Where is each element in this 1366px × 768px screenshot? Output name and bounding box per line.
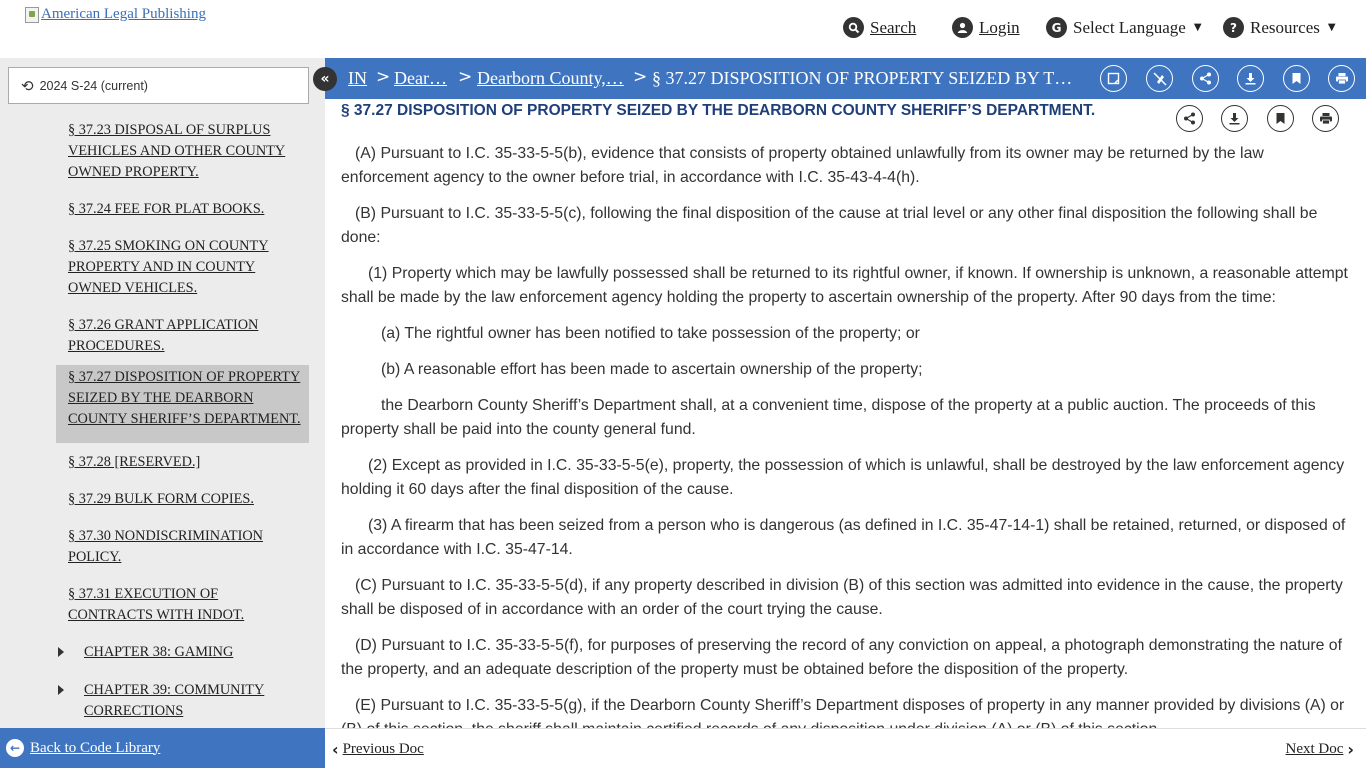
paragraph-b-1-b: (b) A reasonable effort has been made to…	[381, 361, 923, 378]
back-to-library-link[interactable]: ← Back to Code Library	[0, 728, 325, 768]
toc-item-37-29[interactable]: § 37.29 BULK FORM COPIES.	[56, 487, 309, 513]
top-header: American Legal Publishing Search Login G…	[0, 0, 1366, 58]
toc-link[interactable]: § 37.25 SMOKING ON COUNTY PROPERTY AND I…	[68, 238, 269, 296]
toc-chapter-39[interactable]: CHAPTER 39: COMMUNITY CORRECTIONS	[56, 680, 309, 722]
broken-image-icon	[25, 6, 39, 23]
download-icon[interactable]	[1221, 105, 1248, 132]
back-arrow-icon: ←	[6, 739, 24, 757]
next-doc-link[interactable]: Next Doc ›	[1286, 740, 1355, 759]
toc-link[interactable]: § 37.23 DISPOSAL OF SURPLUS VEHICLES AND…	[68, 122, 285, 180]
language-select[interactable]: G Select Language ▼	[1046, 17, 1202, 38]
toc-item-37-23[interactable]: § 37.23 DISPOSAL OF SURPLUS VEHICLES AND…	[56, 118, 309, 186]
collapse-sidebar-button[interactable]: «	[313, 67, 337, 91]
document-content: § 37.27 DISPOSITION OF PROPERTY SEIZED B…	[325, 99, 1366, 728]
bookmark-icon[interactable]	[1283, 65, 1310, 92]
document-pager: ‹ Previous Doc Next Doc ›	[325, 728, 1366, 768]
expand-triangle-icon[interactable]	[58, 647, 64, 657]
print-icon[interactable]	[1328, 65, 1355, 92]
login-label: Login	[979, 17, 1020, 37]
paragraph-b-1-cont: the Dearborn County Sheriff’s Department…	[341, 397, 1316, 438]
toc-link[interactable]: § 37.29 BULK FORM COPIES.	[68, 491, 254, 507]
paragraph-b: (B) Pursuant to I.C. 35-33-5-5(c), follo…	[341, 205, 1318, 246]
document-title: § 37.27 DISPOSITION OF PROPERTY SEIZED B…	[341, 102, 1096, 119]
login-link[interactable]: Login	[952, 17, 1020, 38]
bookmark-icon[interactable]	[1267, 105, 1294, 132]
share-icon[interactable]	[1176, 105, 1203, 132]
sidebar: ⟲ 2024 S-24 (current) § 37.23 DISPOSAL O…	[0, 58, 325, 728]
google-icon: G	[1046, 17, 1067, 38]
breadcrumb: IN > Dear… > Dearborn County,… > § 37.27…	[325, 58, 1366, 99]
toc-link[interactable]: § 37.31 EXECUTION OF CONTRACTS WITH INDO…	[68, 586, 244, 623]
paragraph-b-2: (2) Except as provided in I.C. 35-33-5-5…	[341, 457, 1345, 498]
version-label: 2024 S-24 (current)	[39, 78, 148, 93]
toc-chapter-38[interactable]: CHAPTER 38: GAMING	[56, 642, 309, 663]
share-icon[interactable]	[1192, 65, 1219, 92]
paragraph-c: (C) Pursuant to I.C. 35-33-5-5(d), if an…	[341, 577, 1343, 618]
previous-doc-link[interactable]: ‹ Previous Doc	[332, 740, 424, 759]
logo-alt-text: American Legal Publishing	[41, 6, 206, 22]
search-icon	[843, 17, 864, 38]
paragraph-b-3: (3) A firearm that has been seized from …	[341, 517, 1346, 558]
toc-item-37-31[interactable]: § 37.31 EXECUTION OF CONTRACTS WITH INDO…	[56, 582, 309, 629]
breadcrumb-separator: >	[458, 67, 473, 87]
next-label: Next Doc	[1285, 741, 1344, 757]
toc-link[interactable]: § 37.28 [RESERVED.]	[68, 454, 200, 470]
chevron-left-icon: ‹	[332, 740, 339, 759]
breadcrumb-separator: >	[633, 67, 648, 87]
toc-link[interactable]: § 37.30 NONDISCRIMINATION POLICY.	[68, 528, 263, 565]
highlight-off-icon[interactable]	[1146, 65, 1173, 92]
resources-menu[interactable]: ? Resources ▼	[1223, 17, 1336, 38]
paragraph-a: (A) Pursuant to I.C. 35-33-5-5(b), evide…	[341, 145, 1264, 186]
paragraph-d: (D) Pursuant to I.C. 35-33-5-5(f), for p…	[341, 637, 1342, 678]
chevron-right-icon: ›	[1347, 740, 1354, 759]
toc-item-37-27-active[interactable]: § 37.27 DISPOSITION OF PROPERTY SEIZED B…	[56, 365, 309, 443]
search-link[interactable]: Search	[843, 17, 916, 38]
chapter-link[interactable]: CHAPTER 39: COMMUNITY CORRECTIONS	[84, 682, 264, 719]
breadcrumb-current: § 37.27 DISPOSITION OF PROPERTY SEIZED B…	[652, 68, 1073, 88]
toc-item-37-24[interactable]: § 37.24 FEE FOR PLAT BOOKS.	[56, 197, 309, 223]
caret-down-icon: ▼	[1327, 22, 1336, 33]
breadcrumb-item-code[interactable]: Dearborn County,…	[477, 68, 624, 89]
paragraph-e: (E) Pursuant to I.C. 35-33-5-5(g), if th…	[341, 697, 1345, 728]
toc-item-37-30[interactable]: § 37.30 NONDISCRIMINATION POLICY.	[56, 524, 309, 571]
breadcrumb-item-state[interactable]: IN	[348, 68, 367, 89]
previous-label: Previous Doc	[342, 741, 424, 757]
paragraph-b-1: (1) Property which may be lawfully posse…	[341, 265, 1348, 306]
search-label: Search	[870, 17, 917, 37]
history-icon: ⟲	[21, 76, 34, 95]
logo-link[interactable]: American Legal Publishing	[25, 6, 206, 23]
expand-triangle-icon[interactable]	[58, 685, 64, 695]
toc-item-37-26[interactable]: § 37.26 GRANT APPLICATION PROCEDURES.	[56, 313, 309, 360]
breadcrumb-item-city[interactable]: Dear…	[394, 68, 447, 89]
help-icon: ?	[1223, 17, 1244, 38]
note-icon[interactable]	[1100, 65, 1127, 92]
toc-link[interactable]: § 37.24 FEE FOR PLAT BOOKS.	[68, 201, 264, 217]
caret-down-icon: ▼	[1193, 22, 1202, 33]
back-label: Back to Code Library	[30, 739, 161, 756]
print-icon[interactable]	[1312, 105, 1339, 132]
paragraph-b-1-a: (a) The rightful owner has been notified…	[381, 325, 920, 342]
resources-label: Resources	[1250, 17, 1320, 37]
toc-link[interactable]: § 37.27 DISPOSITION OF PROPERTY SEIZED B…	[68, 369, 301, 427]
toc-item-37-25[interactable]: § 37.25 SMOKING ON COUNTY PROPERTY AND I…	[56, 234, 309, 302]
toc-link[interactable]: § 37.26 GRANT APPLICATION PROCEDURES.	[68, 317, 258, 354]
download-icon[interactable]	[1237, 65, 1264, 92]
breadcrumb-separator: >	[376, 67, 391, 87]
language-label: Select Language	[1073, 17, 1186, 37]
user-icon	[952, 17, 973, 38]
chapter-link[interactable]: CHAPTER 38: GAMING	[84, 644, 233, 660]
version-select[interactable]: ⟲ 2024 S-24 (current)	[8, 67, 309, 104]
toc-item-37-28[interactable]: § 37.28 [RESERVED.]	[56, 450, 309, 476]
